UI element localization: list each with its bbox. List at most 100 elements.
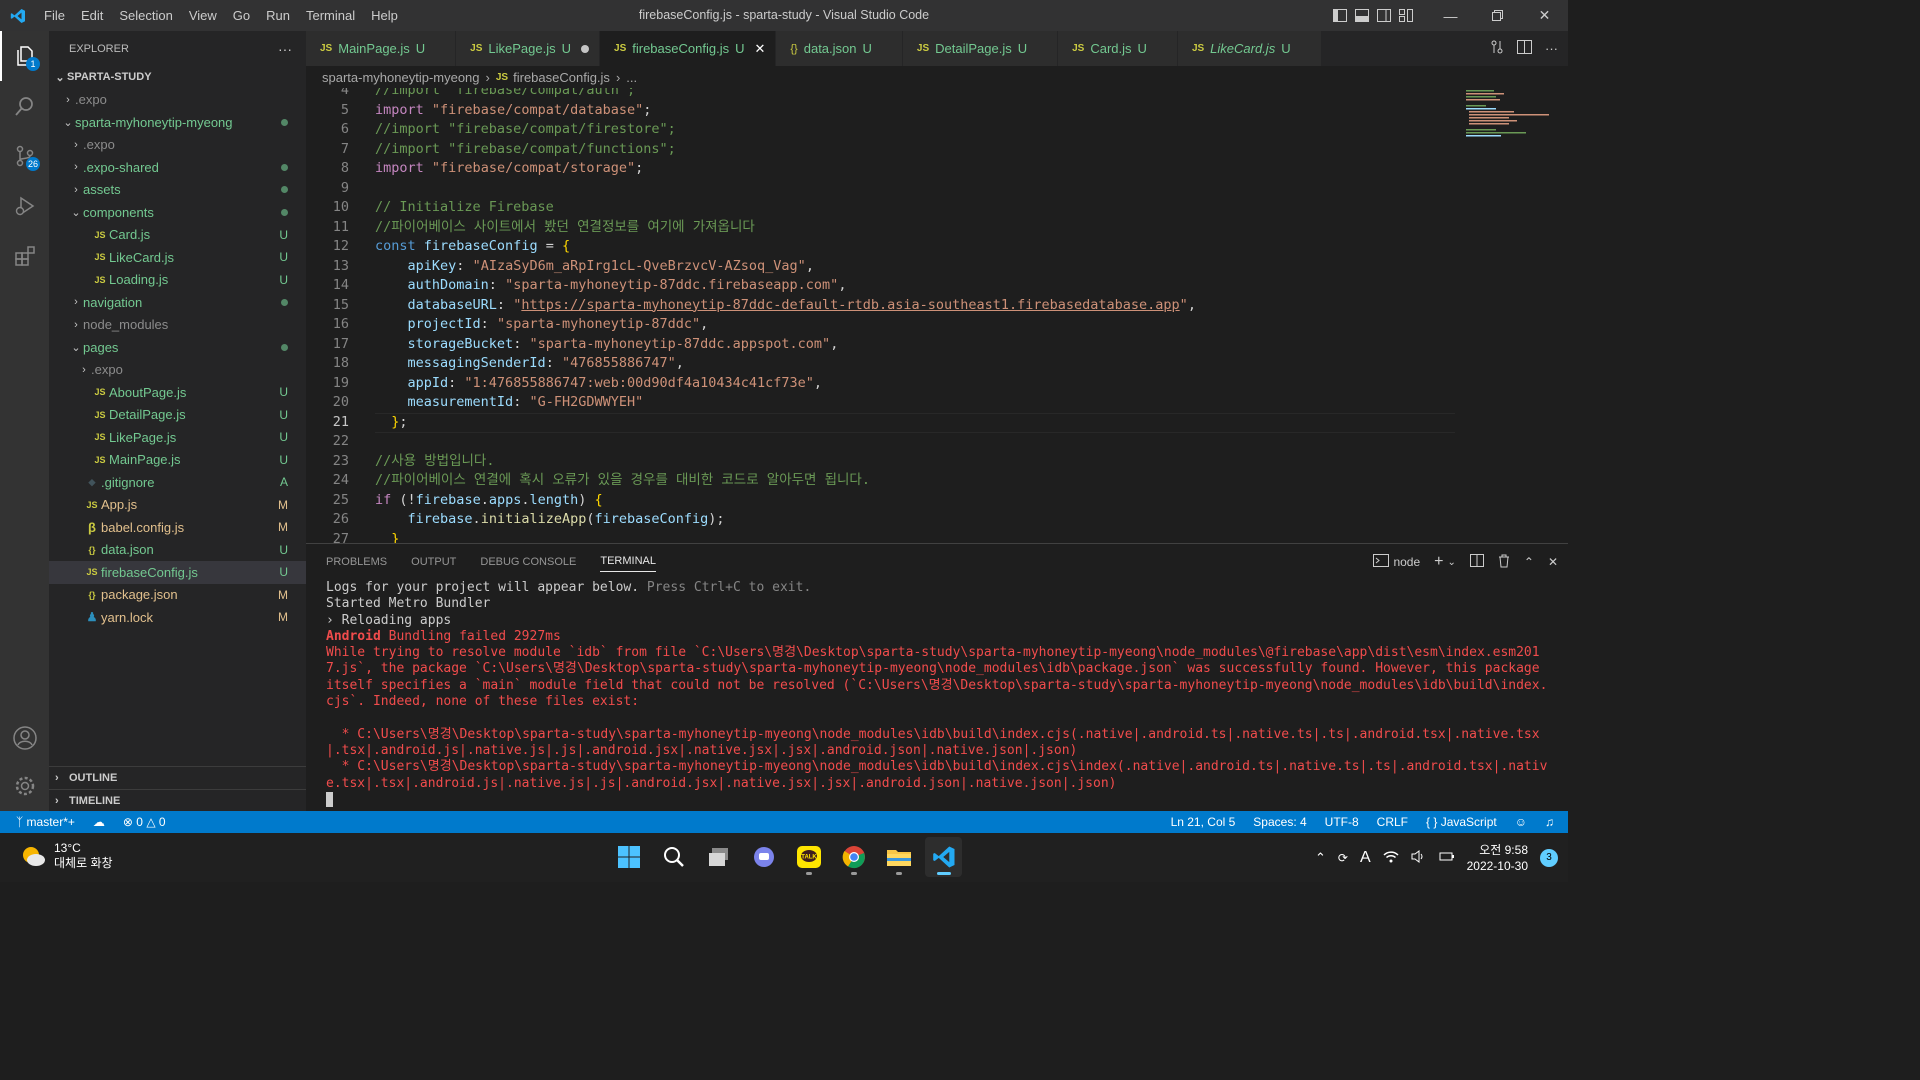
tree-item[interactable]: JS firebaseConfig.js U (49, 561, 306, 584)
panel-tab-problems[interactable]: PROBLEMS (326, 556, 387, 568)
line-ending[interactable]: CRLF (1377, 815, 1408, 829)
notification-badge[interactable]: 3 (1540, 848, 1558, 867)
problems-status[interactable]: ⊗ 0 △ 0 (123, 815, 166, 829)
menu-terminal[interactable]: Terminal (298, 8, 363, 23)
tree-item[interactable]: ⌄ pages (49, 336, 306, 359)
split-editor-icon[interactable] (1517, 40, 1533, 57)
source-control-activity-icon[interactable]: 26 (0, 131, 49, 181)
chevron-up-icon[interactable]: ⌃ (1315, 850, 1326, 866)
bell-icon[interactable]: ♫ (1545, 815, 1554, 829)
toggle-sidebar-icon[interactable] (1329, 0, 1351, 31)
wifi-icon[interactable] (1383, 850, 1399, 866)
tree-item[interactable]: {} data.json U (49, 539, 306, 562)
tree-item[interactable]: {} package.json M (49, 584, 306, 607)
tree-item[interactable]: JS LikePage.js U (49, 426, 306, 449)
menu-help[interactable]: Help (363, 8, 406, 23)
more-actions-icon[interactable]: ··· (278, 41, 292, 57)
tree-item[interactable]: JS Loading.js U (49, 269, 306, 292)
breadcrumb-file[interactable]: firebaseConfig.js (513, 70, 610, 85)
search-activity-icon[interactable] (0, 81, 49, 131)
battery-icon[interactable] (1439, 850, 1455, 866)
panel-tab-output[interactable]: OUTPUT (411, 556, 456, 568)
tree-item[interactable]: JS App.js M (49, 494, 306, 517)
terminal-shell-name[interactable]: node (1393, 555, 1420, 569)
restore-button[interactable] (1474, 0, 1521, 31)
tree-item[interactable]: JS AboutPage.js U (49, 381, 306, 404)
sync-tray-icon[interactable]: ⟳ (1338, 851, 1348, 865)
close-tab-icon[interactable]: ✕ (754, 41, 765, 57)
tab-mainpage-js[interactable]: JS MainPage.js U (306, 31, 457, 66)
tab-likecard-js[interactable]: JS LikeCard.js U (1177, 31, 1322, 66)
workspace-root[interactable]: ⌄ SPARTA-STUDY (49, 66, 306, 89)
sync-icon[interactable]: ☁ (93, 815, 105, 829)
menu-go[interactable]: Go (225, 8, 258, 23)
teams-chat-icon[interactable] (745, 837, 782, 877)
minimap[interactable] (1464, 88, 1554, 148)
clock[interactable]: 오전 9:58 2022-10-30 (1467, 842, 1528, 874)
close-window-button[interactable]: ✕ (1521, 0, 1568, 31)
tree-item[interactable]: ⌄ sparta-myhoneytip-myeong (49, 111, 306, 134)
timeline-section[interactable]: › TIMELINE (49, 789, 306, 811)
panel-tab-debug-console[interactable]: DEBUG CONSOLE (480, 556, 576, 568)
menu-selection[interactable]: Selection (111, 8, 180, 23)
indentation[interactable]: Spaces: 4 (1253, 815, 1306, 829)
start-button[interactable] (610, 837, 647, 877)
tree-item[interactable]: › navigation (49, 291, 306, 314)
tab-detailpage-js[interactable]: JS DetailPage.js U (902, 31, 1059, 66)
file-explorer-icon[interactable] (880, 837, 917, 877)
outline-section[interactable]: › OUTLINE (49, 766, 306, 788)
menu-run[interactable]: Run (258, 8, 298, 23)
encoding[interactable]: UTF-8 (1325, 815, 1359, 829)
more-actions-icon[interactable]: ··· (1545, 41, 1558, 56)
tree-item[interactable]: ⌄ components (49, 201, 306, 224)
branch-status[interactable]: ᛉ master*+ (16, 815, 75, 829)
tab-firebaseconfig-js[interactable]: JS firebaseConfig.js U ✕ (600, 31, 777, 66)
run-debug-activity-icon[interactable] (0, 181, 49, 231)
breadcrumb-folder[interactable]: sparta-myhoneytip-myeong (322, 70, 480, 85)
tree-item[interactable]: JS MainPage.js U (49, 449, 306, 472)
language-mode[interactable]: { } JavaScript (1426, 815, 1497, 829)
tree-item[interactable]: JS LikeCard.js U (49, 246, 306, 269)
ime-indicator[interactable]: A (1360, 849, 1371, 867)
weather-widget[interactable]: 13°C 대체로 화창 (20, 841, 113, 871)
manage-gear-icon[interactable] (0, 761, 49, 811)
tab-card-js[interactable]: JS Card.js U (1058, 31, 1178, 66)
cursor-position[interactable]: Ln 21, Col 5 (1171, 815, 1236, 829)
chevron-down-icon[interactable]: ⌄ (1447, 557, 1455, 568)
close-panel-icon[interactable]: ✕ (1548, 555, 1558, 569)
tree-item[interactable]: JS Card.js U (49, 224, 306, 247)
menu-view[interactable]: View (181, 8, 225, 23)
terminal-output[interactable]: Logs for your project will appear below.… (326, 580, 1551, 808)
tree-item[interactable]: JS DetailPage.js U (49, 404, 306, 427)
accounts-activity-icon[interactable] (0, 713, 49, 763)
menu-file[interactable]: File (36, 8, 73, 23)
extensions-activity-icon[interactable] (0, 231, 49, 281)
trash-icon[interactable] (1498, 554, 1510, 571)
customize-layout-icon[interactable] (1395, 0, 1417, 31)
chrome-icon[interactable] (835, 837, 872, 877)
tree-item[interactable]: › .expo-shared (49, 156, 306, 179)
feedback-icon[interactable]: ☺ (1515, 815, 1527, 829)
tree-item[interactable]: β babel.config.js M (49, 516, 306, 539)
tree-item[interactable]: › .expo (49, 89, 306, 112)
panel-tab-terminal[interactable]: TERMINAL (600, 555, 656, 572)
tree-item[interactable]: › .expo (49, 359, 306, 382)
tree-item[interactable]: › .expo (49, 134, 306, 157)
tree-item[interactable]: ♟ yarn.lock M (49, 606, 306, 629)
new-terminal-icon[interactable]: + (1434, 553, 1443, 571)
explorer-activity-icon[interactable]: 1 (0, 31, 49, 81)
vscode-taskbar-icon[interactable] (925, 837, 962, 877)
breadcrumb-rest[interactable]: ... (626, 70, 637, 85)
volume-icon[interactable] (1411, 849, 1427, 866)
minimize-button[interactable]: — (1427, 0, 1474, 31)
menu-edit[interactable]: Edit (73, 8, 111, 23)
split-terminal-icon[interactable] (1469, 554, 1484, 570)
tree-item[interactable]: ◆ .gitignore A (49, 471, 306, 494)
kakaotalk-icon[interactable]: TALK (790, 837, 827, 877)
toggle-panel-icon[interactable] (1351, 0, 1373, 31)
task-view-icon[interactable] (700, 837, 737, 877)
code-editor[interactable]: 4 //import "firebase/compat/auth"; 5 import… (306, 88, 1568, 543)
toggle-secondary-sidebar-icon[interactable] (1373, 0, 1395, 31)
tab-likepage-js[interactable]: JS LikePage.js U (456, 31, 601, 66)
search-taskbar-icon[interactable] (655, 837, 692, 877)
